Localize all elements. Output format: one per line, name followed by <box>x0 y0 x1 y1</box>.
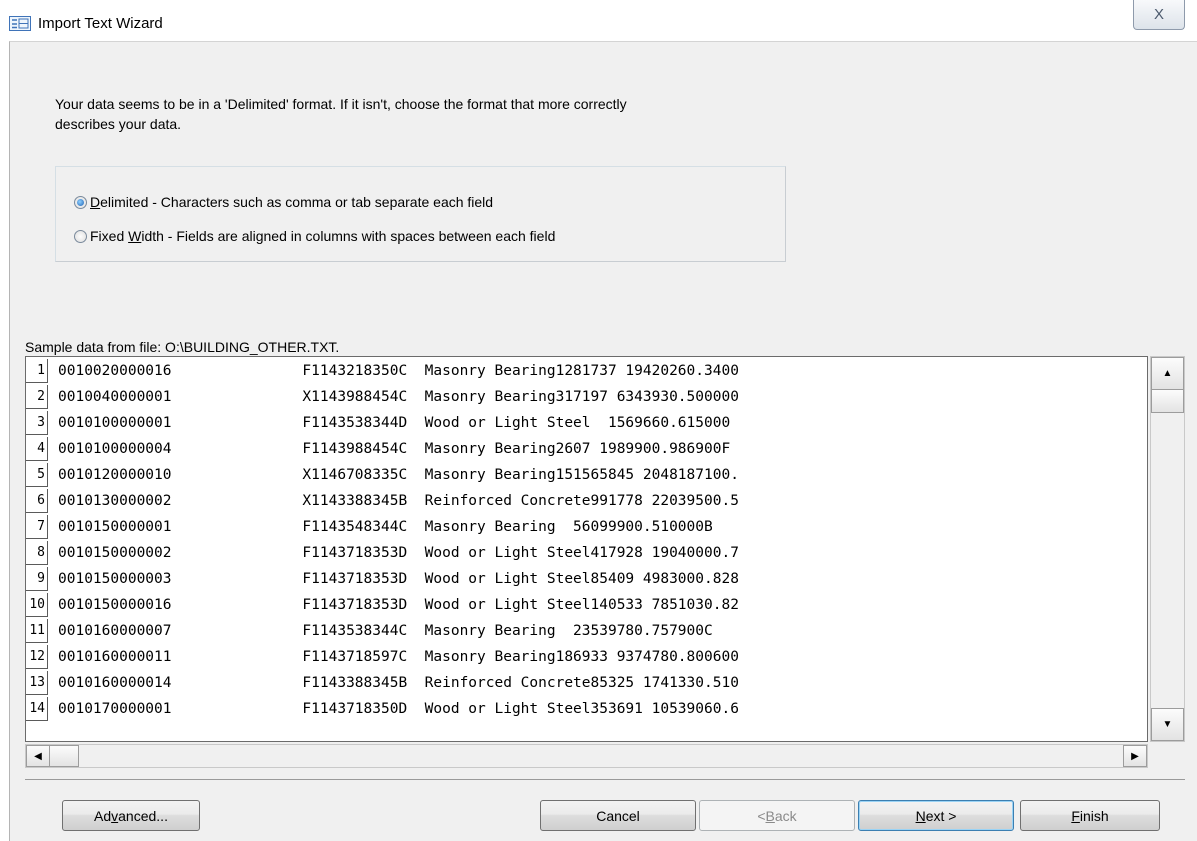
radio-fixed-width-indicator[interactable] <box>74 229 87 243</box>
back-button[interactable]: < Back <box>699 800 855 831</box>
advanced-button[interactable]: Ad v anced... <box>62 800 200 831</box>
title-bar: Import Text Wizard X <box>0 0 1197 40</box>
row-text: 0010160000011 F1143718597C Masonry Beari… <box>58 649 739 665</box>
row-number: 13 <box>26 671 48 695</box>
row-text: 0010150000001 F1143548344C Masonry Beari… <box>58 519 713 535</box>
scroll-up-button[interactable]: ▲ <box>1151 357 1184 390</box>
arrow-up-icon: ▲ <box>1162 368 1173 379</box>
row-number: 12 <box>26 645 48 669</box>
close-icon: X <box>1153 6 1164 23</box>
row-text: 0010160000007 F1143538344C Masonry Beari… <box>58 623 713 639</box>
scroll-left-button[interactable]: ◀ <box>26 745 50 767</box>
table-row: 13 0010160000014 F1143388345B Reinforced … <box>26 671 1147 695</box>
table-row: 10 0010150000016 F1143718353D Wood or Lig… <box>26 593 1147 617</box>
button-separator <box>25 779 1185 780</box>
row-text: 0010100000001 F1143538344D Wood or Light… <box>58 415 731 431</box>
row-text: 0010150000016 F1143718353D Wood or Light… <box>58 597 739 613</box>
row-number: 8 <box>26 541 48 565</box>
finish-button[interactable]: Finish <box>1020 800 1160 831</box>
cancel-button[interactable]: Cancel <box>540 800 696 831</box>
table-row: 7 0010150000001 F1143548344C Masonry Bear… <box>26 515 1147 539</box>
row-text: 0010120000010 X1146708335C Masonry Beari… <box>58 467 739 483</box>
intro-line-1: Your data seems to be in a 'Delimited' f… <box>55 96 627 112</box>
table-row: 2 0010040000001 X1143988454C Masonry Bear… <box>26 385 1147 409</box>
row-text: 0010100000004 F1143988454C Masonry Beari… <box>58 441 731 457</box>
radio-delimited-indicator[interactable] <box>74 195 87 209</box>
table-row: 5 0010120000010 X1146708335C Masonry Bear… <box>26 463 1147 487</box>
table-row: 11 0010160000007 F1143538344C Masonry Bea… <box>26 619 1147 643</box>
horizontal-scroll-thumb[interactable] <box>49 745 79 767</box>
row-number: 5 <box>26 463 48 487</box>
row-number: 4 <box>26 437 48 461</box>
intro-text: Your data seems to be in a 'Delimited' f… <box>55 94 815 134</box>
table-row: 8 0010150000002 F1143718353D Wood or Ligh… <box>26 541 1147 565</box>
table-row: 3 0010100000001 F1143538344D Wood or Ligh… <box>26 411 1147 435</box>
row-number: 10 <box>26 593 48 617</box>
horizontal-scrollbar[interactable]: ◀ ▶ <box>25 744 1148 768</box>
radio-delimited-label: Delimited - Characters such as comma or … <box>90 194 494 210</box>
row-text: 0010150000003 F1143718353D Wood or Light… <box>58 571 739 587</box>
vertical-scrollbar[interactable]: ▲ ▼ <box>1150 356 1185 742</box>
row-number: 3 <box>26 411 48 435</box>
sample-data-grid[interactable]: 1 0010020000016 F1143218350C Masonry Bear… <box>25 356 1148 742</box>
scroll-right-button[interactable]: ▶ <box>1123 745 1147 767</box>
table-row: 9 0010150000003 F1143718353D Wood or Ligh… <box>26 567 1147 591</box>
next-button[interactable]: Next > <box>858 800 1014 831</box>
table-row: 12 0010160000011 F1143718597C Masonry Bea… <box>26 645 1147 669</box>
table-row: 6 0010130000002 X1143388345B Reinforced C… <box>26 489 1147 513</box>
row-number: 14 <box>26 697 48 721</box>
row-text: 0010150000002 F1143718353D Wood or Light… <box>58 545 739 561</box>
radio-fixed-width[interactable]: Fixed Width - Fields are aligned in colu… <box>74 228 555 244</box>
window-title: Import Text Wizard <box>38 15 163 32</box>
row-text: 0010130000002 X1143388345B Reinforced Co… <box>58 493 739 509</box>
sample-data-label: Sample data from file: O:\BUILDING_OTHER… <box>25 339 340 355</box>
row-text: 0010040000001 X1143988454C Masonry Beari… <box>58 389 739 405</box>
row-number: 1 <box>26 359 48 383</box>
radio-fixed-width-label: Fixed Width - Fields are aligned in colu… <box>90 228 556 244</box>
row-number: 9 <box>26 567 48 591</box>
row-number: 11 <box>26 619 48 643</box>
row-number: 2 <box>26 385 48 409</box>
table-row: 1 0010020000016 F1143218350C Masonry Bear… <box>26 359 1147 383</box>
scroll-down-button[interactable]: ▼ <box>1151 708 1184 741</box>
arrow-right-icon: ▶ <box>1131 750 1139 762</box>
arrow-down-icon: ▼ <box>1162 719 1173 730</box>
format-options-group <box>55 166 786 262</box>
row-text: 0010020000016 F1143218350C Masonry Beari… <box>58 363 739 379</box>
row-text: 0010160000014 F1143388345B Reinforced Co… <box>58 675 739 691</box>
intro-line-2: describes your data. <box>55 116 182 132</box>
arrow-left-icon: ◀ <box>34 750 42 762</box>
row-text: 0010170000001 F1143718350D Wood or Light… <box>58 701 739 717</box>
scroll-thumb[interactable] <box>1151 389 1184 413</box>
form-icon <box>9 16 31 31</box>
table-row: 4 0010100000004 F1143988454C Masonry Bear… <box>26 437 1147 461</box>
row-number: 6 <box>26 489 48 513</box>
table-row: 14 0010170000001 F1143718350D Wood or Lig… <box>26 697 1147 721</box>
radio-delimited[interactable]: Delimited - Characters such as comma or … <box>74 194 493 210</box>
row-number: 7 <box>26 515 48 539</box>
close-button[interactable]: X <box>1133 0 1185 30</box>
